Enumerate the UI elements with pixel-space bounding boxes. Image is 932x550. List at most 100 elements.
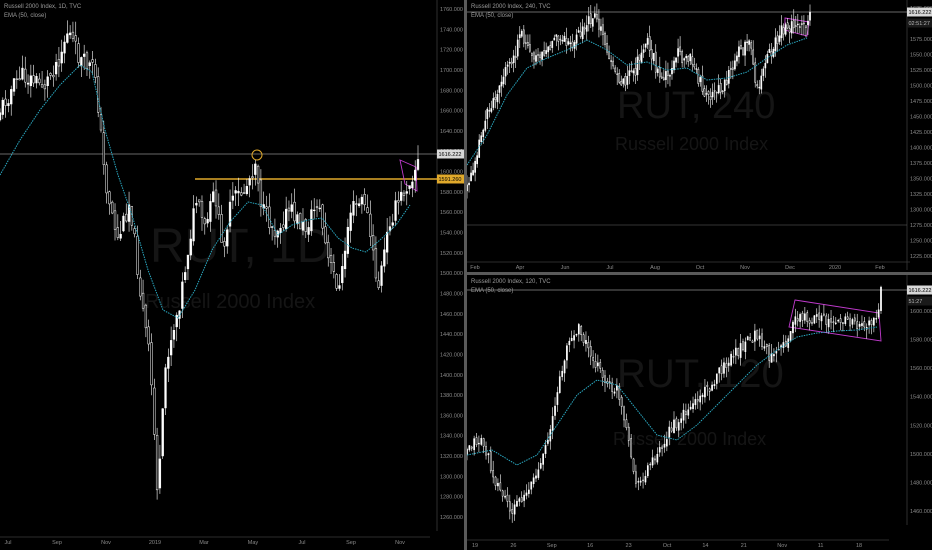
four-hour-chart-canvas[interactable]: RUT, 240Russell 2000 Index1625.0001600.0… — [467, 0, 932, 272]
daily-candle — [206, 218, 209, 224]
two-hour-price-tick: 1500.000 — [910, 452, 932, 458]
daily-price-tick: 1560.000 — [440, 210, 463, 216]
four-hour-candle — [642, 49, 645, 53]
four-hour-candle — [681, 51, 683, 64]
daily-candle — [172, 329, 176, 340]
daily-candle — [341, 266, 344, 284]
four-hour-candle — [516, 39, 519, 57]
four-hour-candle — [525, 42, 527, 44]
two-hour-candle — [768, 344, 771, 361]
daily-candle — [74, 35, 77, 42]
two-hour-current-price-tag: 1616.222 — [909, 288, 932, 294]
daily-candle — [85, 52, 89, 69]
four-hour-candle — [638, 54, 641, 61]
four-hour-candle — [496, 93, 499, 103]
two-hour-candle — [844, 316, 847, 324]
four-hour-candle — [549, 45, 552, 51]
four-hour-candle — [754, 62, 757, 83]
two-hour-candle — [851, 319, 854, 325]
daily-candle — [332, 262, 335, 272]
daily-indicator: EMA (50, close) — [4, 13, 47, 19]
two-hour-candle — [727, 362, 730, 366]
two-hour-candle — [763, 346, 766, 349]
four-hour-candle — [711, 91, 714, 98]
daily-candle — [26, 82, 30, 85]
two-hour-candle — [473, 438, 475, 451]
four-hour-candle — [604, 32, 606, 45]
daily-candle — [68, 32, 72, 36]
four-hour-candle — [474, 160, 476, 173]
daily-price-tick: 1320.000 — [440, 454, 463, 460]
four-hour-candle — [581, 26, 584, 40]
two-hour-candle — [696, 399, 699, 402]
daily-price-tick: 1260.000 — [440, 515, 463, 521]
four-hour-candle — [646, 38, 649, 45]
daily-candle — [338, 285, 341, 289]
daily-candle — [46, 76, 49, 86]
four-hour-candle — [799, 26, 801, 28]
two-hour-candle — [539, 463, 542, 469]
four-hour-candle — [502, 76, 505, 85]
daily-candle — [265, 206, 268, 209]
daily-price-tick: 1680.000 — [440, 88, 463, 94]
daily-candle — [391, 222, 394, 226]
daily-candle — [397, 200, 400, 203]
four-hour-candle — [746, 41, 748, 43]
daily-candle — [352, 201, 355, 216]
four-hour-candle — [679, 46, 681, 52]
daily-top-circle — [251, 149, 263, 161]
daily-candle — [7, 103, 10, 107]
daily-candle — [63, 41, 66, 54]
four-hour-candle — [573, 42, 576, 49]
four-hour-chart-pane[interactable]: RUT, 240Russell 2000 Index1625.0001600.0… — [467, 0, 932, 272]
two-hour-candle — [861, 323, 863, 326]
two-hour-candle — [570, 337, 573, 342]
daily-chart-pane[interactable]: RUT, 1D Russell 2000 Index 1760.000 1740.00… — [0, 0, 464, 550]
daily-candle — [251, 176, 254, 179]
daily-candle — [105, 164, 108, 194]
two-hour-candle — [723, 362, 725, 374]
daily-candle — [310, 209, 313, 232]
four-hour-candle — [585, 25, 588, 32]
four-hour-price-tick: 1425.000 — [910, 130, 932, 136]
four-hour-candle — [484, 120, 487, 131]
four-hour-candle — [721, 90, 724, 93]
two-hour-chart-pane[interactable]: RUT, 120 Russell 2000 Index 1600.000 1580.0… — [467, 275, 932, 550]
daily-candle — [21, 67, 24, 80]
two-hour-candle — [834, 322, 837, 324]
daily-candle — [77, 43, 80, 63]
daily-candle — [299, 213, 302, 230]
daily-time-tick: Mar — [199, 540, 209, 546]
two-hour-candle — [551, 416, 554, 432]
two-hour-chart-canvas[interactable]: RUT, 120 Russell 2000 Index 1600.000 1580.0… — [467, 275, 932, 550]
daily-price-tick: 1380.000 — [440, 393, 463, 399]
four-hour-candle — [742, 47, 744, 55]
daily-time-tick: Jul — [4, 540, 11, 546]
daily-chart-canvas[interactable]: RUT, 1D Russell 2000 Index 1760.000 1740.00… — [0, 0, 464, 550]
four-hour-candle — [535, 55, 537, 62]
four-hour-candle — [527, 42, 529, 46]
two-hour-price-tick: 1560.000 — [910, 366, 932, 372]
four-hour-candle — [699, 77, 702, 83]
four-hour-price-tick: 1575.000 — [910, 37, 932, 43]
daily-ema-line — [0, 64, 411, 319]
four-hour-candle — [492, 98, 495, 108]
two-hour-candle — [637, 481, 640, 483]
four-hour-price-tick: 1350.000 — [910, 177, 932, 183]
daily-candle — [52, 75, 55, 78]
four-hour-candle — [478, 139, 481, 158]
two-hour-candle — [787, 338, 790, 348]
daily-title: Russell 2000 Index, 1D, TVC — [4, 4, 82, 10]
daily-candle — [18, 78, 21, 81]
four-hour-candle — [541, 51, 543, 60]
four-hour-candle — [498, 85, 501, 93]
two-hour-candle — [563, 360, 566, 374]
four-hour-candle — [594, 13, 596, 18]
two-hour-candle — [682, 409, 685, 421]
four-hour-price-tick: 1275.000 — [910, 223, 932, 229]
four-hour-candle — [697, 69, 700, 84]
four-hour-candle — [555, 34, 558, 37]
two-hour-candle — [758, 335, 761, 340]
daily-candle — [245, 186, 249, 195]
daily-current-price-tag: 1616.222 — [439, 152, 462, 158]
